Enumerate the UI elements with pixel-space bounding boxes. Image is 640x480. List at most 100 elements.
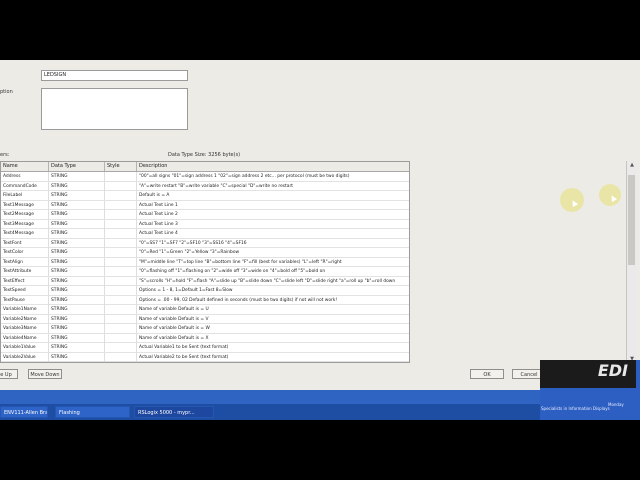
cell-data-type[interactable]: STRING <box>49 210 105 219</box>
cell-description[interactable]: "A"=write restart "B"=write variable "C"… <box>137 182 409 191</box>
ok-button[interactable]: OK <box>470 369 504 379</box>
cell-style[interactable] <box>105 267 137 276</box>
cell-description[interactable]: Default is = A <box>137 191 409 200</box>
cell-style[interactable] <box>105 295 137 305</box>
cell-description[interactable]: Name of variable Default is = X <box>137 334 409 343</box>
cell-data-type[interactable]: STRING <box>49 295 105 305</box>
cell-data-type[interactable]: STRING <box>49 257 105 267</box>
table-row[interactable]: Text4Message STRING Actual Text Line 4 <box>1 229 409 239</box>
cell-data-type[interactable]: STRING <box>49 238 105 248</box>
cell-name[interactable]: Text1Message <box>1 200 49 210</box>
table-row[interactable]: FileLabel STRING Default is = A <box>1 191 409 201</box>
move-up-button[interactable]: e Up <box>0 369 18 379</box>
name-input[interactable]: LEDSIGN <box>41 70 188 81</box>
cell-style[interactable] <box>105 257 137 267</box>
header-description[interactable]: Description <box>137 162 409 171</box>
cell-data-type[interactable]: STRING <box>49 314 105 324</box>
taskbar-item-rslogix[interactable]: RSLogix 5000 - mypr... <box>134 406 214 418</box>
cell-description[interactable]: "S"=scrolls "H"=hold "F"=flash "A"=slide… <box>137 277 409 286</box>
cell-description[interactable]: Name of variable Default is = U <box>137 305 409 314</box>
cell-description[interactable]: "0"=Red "1"=Green "2"=Yellow "3"=Rainbow <box>137 248 409 257</box>
cell-name[interactable]: TextSpeed <box>1 286 49 295</box>
table-row[interactable]: TextAlign STRING "M"=middle line "T"=top l… <box>1 257 409 267</box>
cell-style[interactable] <box>105 172 137 181</box>
cell-style[interactable] <box>105 333 137 343</box>
cell-description[interactable]: Actual Variable2 to be Sent (text format… <box>137 353 409 362</box>
cell-style[interactable] <box>105 200 137 210</box>
scroll-thumb[interactable] <box>628 175 635 265</box>
grid-vertical-scrollbar[interactable]: ▲ ▼ <box>626 161 637 363</box>
cell-data-type[interactable]: STRING <box>49 200 105 210</box>
cell-description[interactable]: "0"=SS7 "1"=SF7 "2"=SF10 "3"=SS16 "4"=SF… <box>137 239 409 248</box>
cell-name[interactable]: Variable2Value <box>1 352 49 362</box>
cell-description[interactable]: Name of variable Default is = W <box>137 324 409 333</box>
cell-description[interactable]: "00"=all signs "01"=sign address 1 "02"=… <box>137 172 409 181</box>
table-row[interactable]: Variable2Name STRING Name of variable Defa… <box>1 314 409 324</box>
cell-name[interactable]: Address <box>1 172 49 181</box>
cell-style[interactable] <box>105 229 137 238</box>
cell-name[interactable]: TextAttribute <box>1 267 49 276</box>
cell-description[interactable]: Actual Variable1 to be Sent (text format… <box>137 343 409 352</box>
cell-style[interactable] <box>105 238 137 248</box>
scroll-up-icon[interactable]: ▲ <box>627 161 637 169</box>
taskbar-item-allen-bradley[interactable]: ENV111-Allen Bra... <box>0 406 48 418</box>
cell-style[interactable] <box>105 276 137 286</box>
cell-description[interactable]: "0"=flashing off "1"=flashing on "2"=wid… <box>137 267 409 276</box>
table-row[interactable]: Variable1Name STRING Name of variable Defa… <box>1 305 409 315</box>
table-row[interactable]: Address STRING "00"=all signs "01"=sign ad… <box>1 172 409 182</box>
cell-name[interactable]: Text2Message <box>1 210 49 219</box>
header-data-type[interactable]: Data Type <box>49 162 105 171</box>
cell-description[interactable]: Options = .00 - 99, 02 Default defined i… <box>137 296 409 305</box>
cell-style[interactable] <box>105 343 137 352</box>
cell-style[interactable] <box>105 210 137 219</box>
cell-data-type[interactable]: STRING <box>49 267 105 276</box>
description-input[interactable] <box>41 88 188 130</box>
table-row[interactable]: TextEffect STRING "S"=scrolls "H"=hold "F"… <box>1 276 409 286</box>
cell-description[interactable]: Options = 1 - 8, 1=Default 1=Fast 8=Slow <box>137 286 409 295</box>
cell-name[interactable]: Variable4Name <box>1 333 49 343</box>
cell-style[interactable] <box>105 305 137 314</box>
cell-style[interactable] <box>105 248 137 257</box>
table-row[interactable]: Variable1Value STRING Actual Variable1 to … <box>1 343 409 353</box>
table-row[interactable]: TextColor STRING "0"=Red "1"=Green "2"=Yel… <box>1 248 409 258</box>
move-down-button[interactable]: Move Down <box>28 369 62 379</box>
cell-name[interactable]: CommandCode <box>1 181 49 191</box>
cell-style[interactable] <box>105 286 137 295</box>
table-row[interactable]: TextFont STRING "0"=SS7 "1"=SF7 "2"=SF10 "… <box>1 238 409 248</box>
table-row[interactable]: Text2Message STRING Actual Text Line 2 <box>1 210 409 220</box>
cell-name[interactable]: TextEffect <box>1 276 49 286</box>
cell-name[interactable]: Variable3Name <box>1 324 49 333</box>
cell-name[interactable]: TextColor <box>1 248 49 257</box>
cell-name[interactable]: Variable2Name <box>1 314 49 324</box>
cell-style[interactable] <box>105 181 137 191</box>
cell-data-type[interactable]: STRING <box>49 333 105 343</box>
cell-data-type[interactable]: STRING <box>49 181 105 191</box>
cell-description[interactable]: Actual Text Line 4 <box>137 229 409 238</box>
cell-data-type[interactable]: STRING <box>49 172 105 181</box>
cell-data-type[interactable]: STRING <box>49 219 105 229</box>
table-row[interactable]: CommandCode STRING "A"=write restart "B"=w… <box>1 181 409 191</box>
table-row[interactable]: Variable2Value STRING Actual Variable2 to … <box>1 352 409 362</box>
cell-name[interactable]: FileLabel <box>1 191 49 200</box>
cell-description[interactable]: Actual Text Line 3 <box>137 220 409 229</box>
cell-description[interactable]: Name of variable Default is = V <box>137 315 409 324</box>
cell-style[interactable] <box>105 324 137 333</box>
cell-name[interactable]: TextPause <box>1 295 49 305</box>
table-row[interactable]: Variable4Name STRING Name of variable Defa… <box>1 333 409 343</box>
table-row[interactable]: TextSpeed STRING Options = 1 - 8, 1=Defaul… <box>1 286 409 296</box>
cell-description[interactable]: "M"=middle line "T"=top line "B"=bottom … <box>137 258 409 267</box>
cell-name[interactable]: TextFont <box>1 238 49 248</box>
cell-name[interactable]: TextAlign <box>1 257 49 267</box>
cell-name[interactable]: Variable1Name <box>1 305 49 314</box>
cell-name[interactable]: Text4Message <box>1 229 49 238</box>
cell-data-type[interactable]: STRING <box>49 343 105 352</box>
cell-data-type[interactable]: STRING <box>49 229 105 238</box>
cell-description[interactable]: Actual Text Line 1 <box>137 201 409 210</box>
cell-name[interactable]: Variable1Value <box>1 343 49 352</box>
table-row[interactable]: TextPause STRING Options = .00 - 99, 02 De… <box>1 295 409 305</box>
cell-data-type[interactable]: STRING <box>49 286 105 295</box>
cell-description[interactable]: Actual Text Line 2 <box>137 210 409 219</box>
cell-data-type[interactable]: STRING <box>49 305 105 314</box>
header-style[interactable]: Style <box>105 162 137 171</box>
cell-style[interactable] <box>105 219 137 229</box>
